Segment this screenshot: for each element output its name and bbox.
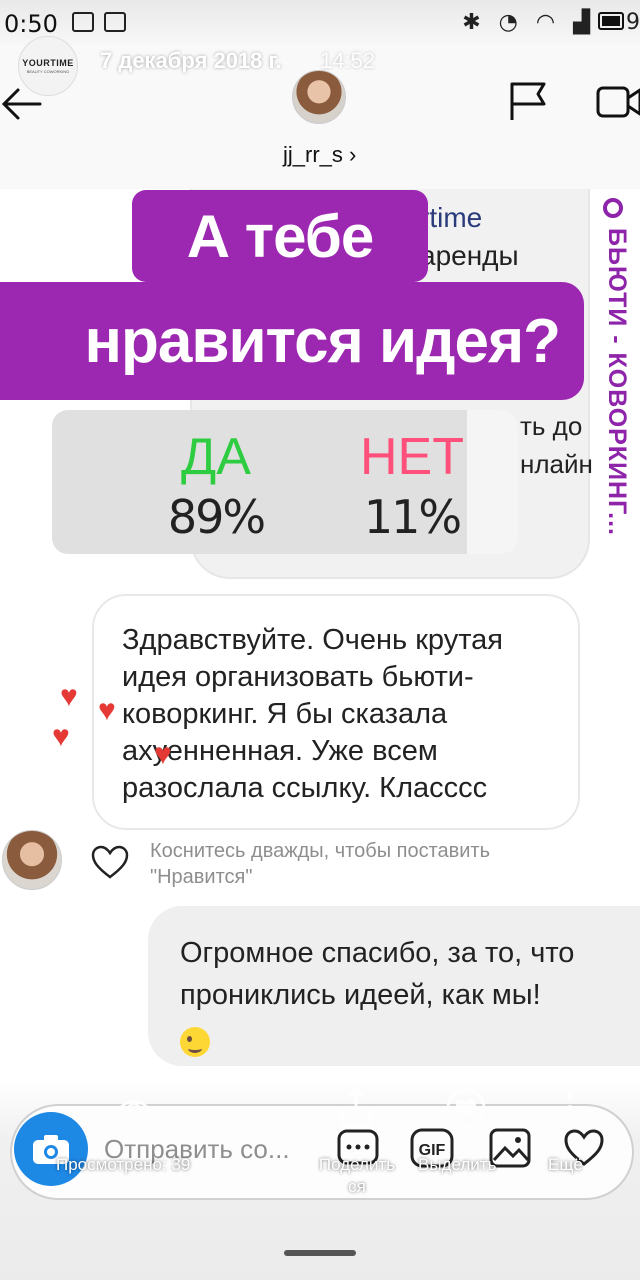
outgoing-message-text: Огромное спасибо, за то, что прониклись … (180, 937, 575, 1011)
highlight-icon[interactable] (444, 1086, 488, 1130)
poll-yes-percent: 89% (167, 490, 266, 544)
tag-sticker[interactable]: БЬЮТИ - КОВОРКИНГ... (596, 190, 631, 595)
heart-sticker-icon: ♥ (52, 720, 70, 753)
username-text: jj_rr_s (283, 142, 343, 167)
highlight-label[interactable]: Выделить (418, 1154, 496, 1176)
more-label[interactable]: Ещё (548, 1154, 583, 1176)
outgoing-message[interactable]: Огромное спасибо, за то, что прониклись … (148, 906, 640, 1066)
status-bar: 0:50 ✱ ◔ ◠ ▟ 9 (0, 0, 640, 44)
avatar[interactable] (292, 70, 346, 124)
bluetooth-icon: ✱ (462, 10, 481, 35)
wifi-icon: ◠ (535, 10, 556, 35)
story-date: 7 декабря 2018 г. (100, 48, 282, 73)
poll-yes-label: ДА (181, 428, 251, 486)
battery-level: 9 (626, 10, 640, 35)
gallery-icon (104, 12, 126, 32)
story-account-logo[interactable]: YOURTIME BEAUTY COWORKING (18, 36, 78, 96)
heart-sticker-icon: ♥ (60, 680, 78, 713)
shared-post-text-lower: ть до нлайн (520, 411, 593, 479)
status-time: 0:50 (4, 10, 58, 38)
signal-icon: ▟ (573, 10, 590, 35)
poll-no-label: НЕТ (360, 428, 464, 486)
notification-icons (72, 12, 126, 32)
like-heart-icon[interactable] (90, 844, 130, 880)
sender-avatar[interactable] (2, 830, 62, 890)
chat-username[interactable]: jj_rr_s › (283, 142, 356, 168)
poll-no-percent: 11% (363, 490, 462, 544)
incoming-message[interactable]: Здравствуйте. Очень крутая идея организо… (92, 594, 580, 830)
question-line-2: нравится идея? (0, 282, 584, 400)
battery-icon (598, 12, 624, 30)
double-tap-hint: Коснитесь дважды, чтобы поставить "Нрави… (150, 840, 491, 888)
alarm-icon: ◔ (498, 10, 518, 35)
home-indicator[interactable] (284, 1250, 356, 1256)
heart-sticker-icon: ♥ (154, 738, 172, 771)
share-label[interactable]: Поделить ся (310, 1154, 404, 1198)
viewed-count[interactable]: Просмотрено: 39 (56, 1154, 190, 1176)
share-icon[interactable] (334, 1086, 378, 1130)
instagram-icon (72, 12, 94, 32)
poll-sticker[interactable]: ДА 89% НЕТ 11% (52, 410, 518, 554)
more-vertical-icon[interactable] (548, 1086, 592, 1130)
location-icon (603, 198, 623, 218)
chevron-right-icon: › (349, 142, 357, 167)
system-icons: ✱ ◔ ◠ ▟ (462, 10, 590, 35)
poll-option-yes[interactable]: ДА 89% (116, 430, 316, 544)
wink-emoji-icon (180, 1027, 210, 1058)
poll-option-no[interactable]: НЕТ 11% (312, 430, 512, 544)
flag-icon[interactable] (506, 80, 550, 124)
tag-text: БЬЮТИ - КОВОРКИНГ... (603, 228, 631, 536)
video-call-icon[interactable] (596, 84, 640, 120)
heart-sticker-icon: ♥ (98, 694, 116, 727)
question-line-1: А тебе (132, 190, 428, 282)
viewers-eye-icon[interactable] (112, 1086, 156, 1130)
story-time: 14:52 (320, 48, 376, 73)
